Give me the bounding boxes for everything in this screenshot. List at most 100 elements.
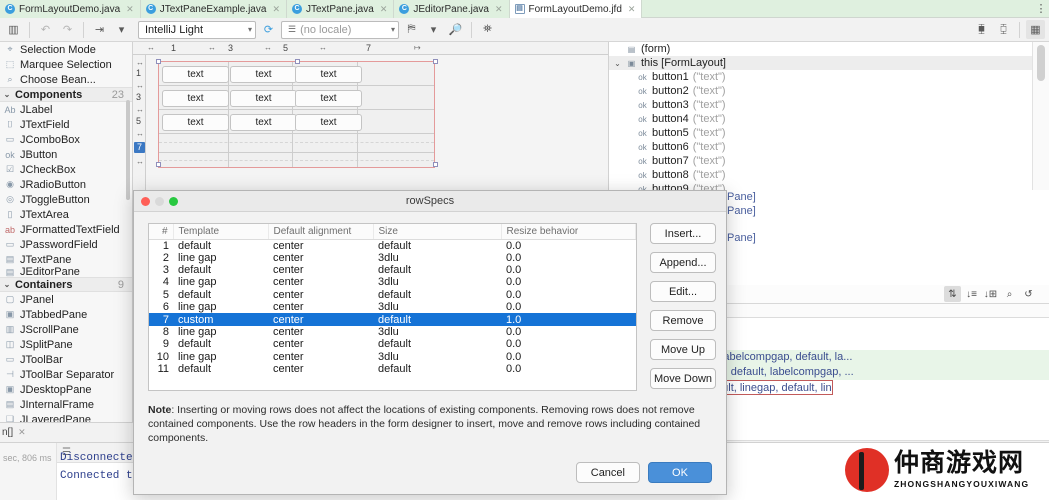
palette-item-jsplitpane[interactable]: ◫ JSplitPane [0, 337, 132, 352]
close-icon[interactable]: ✕ [495, 4, 503, 15]
palette-item-jtextarea[interactable]: ▯ JTextArea [0, 207, 132, 222]
close-icon[interactable]: ✕ [272, 4, 280, 15]
palette-item-jinternalframe[interactable]: ▤ JInternalFrame [0, 397, 132, 412]
row-resize-handle-icon[interactable]: ↔ [136, 129, 144, 138]
form-button-3[interactable]: text [295, 66, 362, 83]
group-icon[interactable]: ⛿ [402, 20, 421, 39]
tree-node-button9[interactable]: ok button9 ("text") [609, 182, 1032, 190]
table-row[interactable]: 1 default center default 0.0 [149, 239, 636, 252]
look-and-feel-combo[interactable]: IntelliJ Light ▾ [138, 20, 256, 39]
form-button-6[interactable]: text [295, 90, 362, 107]
table-row[interactable]: 5 default center default 0.0 [149, 289, 636, 301]
palette-item-jpasswordfield[interactable]: ▭ JPasswordField [0, 237, 132, 252]
vertical-ruler[interactable]: ↔ 1 ↔ 3 ↔ 5 ↔ 7 ↔ [133, 55, 146, 190]
redo-icon[interactable]: ↷ [58, 20, 77, 39]
palette-item-jtextpane[interactable]: ▤ JTextPane [0, 252, 132, 267]
palette-item-jformattedtextfield[interactable]: ab JFormattedTextField [0, 222, 132, 237]
column-header-index[interactable]: # [149, 224, 174, 240]
resize-handle[interactable] [433, 59, 438, 64]
locale-combo[interactable]: ☰ (no locale) ▾ [281, 20, 399, 39]
surround-icon[interactable]: ▦ [1026, 20, 1045, 39]
row-resize-handle-icon[interactable]: ↔ [136, 58, 144, 67]
close-icon[interactable]: ✕ [628, 4, 636, 15]
palette-item-jbutton[interactable]: ok JButton [0, 147, 132, 162]
column-resize-handle-icon[interactable]: ↔ [147, 43, 155, 52]
zoom-window-icon[interactable] [169, 197, 178, 206]
close-icon[interactable]: ✕ [380, 4, 388, 15]
palette-item-jdesktoppane[interactable]: ▣ JDesktopPane [0, 382, 132, 397]
close-icon[interactable]: ✕ [126, 4, 134, 15]
palette-item-jtabbedpane[interactable]: ▣ JTabbedPane [0, 307, 132, 322]
table-row[interactable]: 4 line gap center 3dlu 0.0 [149, 276, 636, 288]
palette-group-components[interactable]: ⌄ Components 23 [0, 87, 132, 102]
editor-tab-4[interactable]: ▤ FormLayoutDemo.jfd ✕ [509, 0, 643, 18]
chevron-down-icon[interactable]: ▾ [424, 20, 443, 39]
sort-alphabetical-icon[interactable]: ⇅ [944, 286, 961, 302]
tree-node-button3[interactable]: ok button3 ("text") [609, 98, 1032, 112]
table-row[interactable]: 10 line gap center 3dlu 0.0 [149, 351, 636, 363]
append-button[interactable]: Append... [650, 252, 716, 273]
search-icon[interactable]: ⌕ [1001, 286, 1018, 302]
row-resize-handle-icon[interactable]: ↔ [136, 157, 144, 166]
palette-item-jtoolbar[interactable]: ▭ JToolBar [0, 352, 132, 367]
column-resize-handle-icon[interactable]: ↔ [319, 43, 327, 52]
table-row[interactable]: 6 line gap center 3dlu 0.0 [149, 301, 636, 313]
tree-node-button6[interactable]: ok button6 ("text") [609, 140, 1032, 154]
form-surface[interactable]: text text text text text text text text … [146, 55, 609, 190]
minimize-window-icon[interactable] [155, 197, 164, 206]
form-button-2[interactable]: text [230, 66, 297, 83]
palette-group-containers[interactable]: ⌄ Containers 9 [0, 277, 132, 292]
column-header-template[interactable]: Template [173, 224, 269, 240]
tree-node-form[interactable]: ▤ (form) [609, 42, 1032, 56]
table-row-selected[interactable]: 7 custom center default 1.0 [149, 313, 636, 326]
palette-item-jcheckbox[interactable]: ☑ JCheckBox [0, 162, 132, 177]
move-up-button[interactable]: Move Up [650, 339, 716, 360]
component-tree[interactable]: ▤ (form) ⌄ ▣ this [FormLayout] ok button1… [608, 42, 1032, 190]
palette-item-jtoolbar-separator[interactable]: ⊣ JToolBar Separator [0, 367, 132, 382]
form-button-1[interactable]: text [162, 66, 229, 83]
ok-button[interactable]: OK [648, 462, 712, 483]
v-ruler-selected-row[interactable]: 7 [134, 142, 145, 153]
palette-mode-selection[interactable]: ⌖ Selection Mode [0, 42, 132, 57]
refresh-icon[interactable]: ⟳ [259, 20, 278, 39]
form-button-8[interactable]: text [230, 114, 297, 131]
rowspecs-dialog[interactable]: rowSpecs Row specifications: # Template … [133, 190, 727, 495]
layout-settings-icon[interactable]: ⛯ [478, 20, 497, 39]
insert-button[interactable]: Insert... [650, 223, 716, 244]
column-header-alignment[interactable]: Default alignment [268, 224, 374, 240]
remove-button[interactable]: Remove [650, 310, 716, 331]
magnifier-icon[interactable]: 🔎 [446, 20, 465, 39]
palette-item-jtextfield[interactable]: ⌷ JTextField [0, 117, 132, 132]
resize-handle[interactable] [433, 162, 438, 167]
table-row[interactable]: 2 line gap center 3dlu 0.0 [149, 252, 636, 264]
column-header-resize[interactable]: Resize behavior [501, 224, 636, 240]
table-row[interactable]: 9 default center default 0.0 [149, 338, 636, 350]
table-row[interactable]: 3 default center default 0.0 [149, 264, 636, 276]
restore-default-icon[interactable]: ↺ [1020, 286, 1037, 302]
form-button-4[interactable]: text [162, 90, 229, 107]
palette-mode-marquee[interactable]: ⬚ Marquee Selection [0, 57, 132, 72]
editor-tab-0[interactable]: C FormLayoutDemo.java ✕ [0, 0, 141, 18]
form-designer-canvas[interactable]: ↔ 1 ↔ 3 ↔ 5 ↔ 7 ↦ ↔ 1 ↔ 3 ↔ 5 ↔ 7 ↔ text… [133, 42, 609, 190]
group-properties-icon[interactable]: ↓⊞ [982, 286, 999, 302]
row-resize-handle-icon[interactable]: ↔ [136, 81, 144, 90]
palette-choose-bean[interactable]: ⌕ Choose Bean... [0, 72, 132, 87]
column-resize-handle-icon[interactable]: ↔ [208, 43, 216, 52]
resize-handle[interactable] [295, 59, 300, 64]
undo-icon[interactable]: ↶ [36, 20, 55, 39]
column-header-size[interactable]: Size [373, 224, 502, 240]
palette-item-jcombobox[interactable]: ▭ JComboBox [0, 132, 132, 147]
palette-item-jscrollpane[interactable]: ▥ JScrollPane [0, 322, 132, 337]
horizontal-ruler[interactable]: ↔ 1 ↔ 3 ↔ 5 ↔ 7 ↦ [133, 42, 609, 55]
tree-node-button1[interactable]: ok button1 ("text") [609, 70, 1032, 84]
editor-tab-2[interactable]: C JTextPane.java ✕ [286, 0, 395, 18]
export-icon[interactable]: ⇥ [90, 20, 109, 39]
form-button-7[interactable]: text [162, 114, 229, 131]
column-end-handle-icon[interactable]: ↦ [414, 43, 421, 52]
tree-node-button7[interactable]: ok button7 ("text") [609, 154, 1032, 168]
tree-node-button5[interactable]: ok button5 ("text") [609, 126, 1032, 140]
component-tree-scrollbar[interactable] [1032, 42, 1049, 190]
scrollbar-thumb[interactable] [1037, 45, 1045, 81]
align-rows-icon[interactable]: ⧯ [972, 20, 991, 39]
palette-item-jradiobutton[interactable]: ◉ JRadioButton [0, 177, 132, 192]
